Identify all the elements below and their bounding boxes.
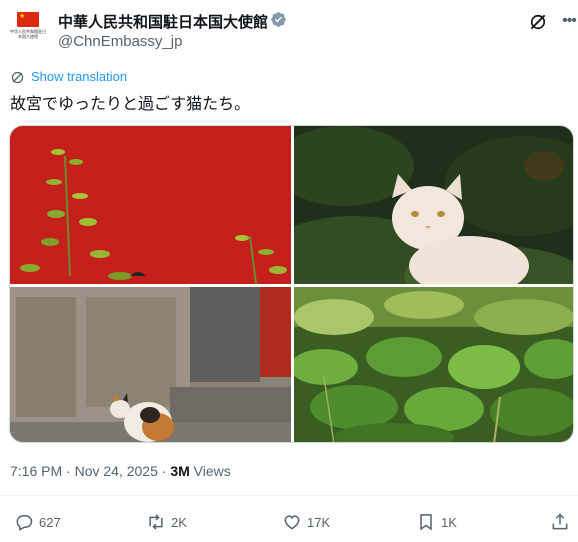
author-display-name[interactable]: 中華人民共和国駐日本国大使館 [58,11,268,32]
action-bar: 627 2K 17K 1K [0,508,578,536]
tweet-text: 故宮でゆったりと過ごす猫たち。 [10,96,251,113]
tweet-date[interactable]: Nov 24, 2025 [75,463,158,479]
views-label: Views [189,463,231,479]
bookmark-icon [420,514,432,531]
reply-icon [16,515,33,531]
more-options-icon[interactable]: ••• [560,12,578,32]
tweet-time[interactable]: 7:16 PM [10,463,62,479]
like-button[interactable]: 17K [282,508,330,536]
white-cat-photo[interactable] [294,126,573,284]
repost-icon [149,514,163,530]
heart-icon [284,515,300,530]
like-count: 17K [307,514,331,530]
calico-cat-stone-wall-photo[interactable] [10,287,291,442]
tweet-meta: 7:16 PM · Nov 24, 2025 · 3M Views [10,463,231,479]
avatar-caption: 中华人民共和国驻日本国大使馆 [10,29,46,39]
share-icon [552,513,568,530]
repost-count: 2K [171,514,187,530]
show-translation-label[interactable]: Show translation [31,69,127,84]
grok-icon[interactable] [528,12,548,32]
globe-icon [11,71,24,84]
meta-separator: · [157,463,171,479]
verified-badge-icon [271,12,286,27]
red-wall-plants-photo[interactable] [10,126,291,284]
repost-button[interactable]: 2K [146,508,187,536]
bookmark-count: 1K [441,514,457,530]
author-handle[interactable]: @ChnEmbassy_jp [58,33,182,50]
avatar[interactable]: ★ 中华人民共和国驻日本国大使馆 [10,8,46,52]
media-grid [9,125,574,443]
divider [0,495,578,496]
china-flag-icon: ★ [17,12,39,27]
views-count[interactable]: 3M [170,463,189,479]
meta-separator: · [62,463,75,479]
share-button[interactable] [550,508,570,536]
reply-count: 627 [39,514,61,530]
reply-button[interactable]: 627 [14,508,61,536]
green-leaves-photo[interactable] [294,287,573,442]
bookmark-button[interactable]: 1K [416,508,457,536]
tweet-header: ★ 中华人民共和国驻日本国大使馆 中華人民共和国駐日本国大使館 @ChnEmba… [10,8,577,56]
